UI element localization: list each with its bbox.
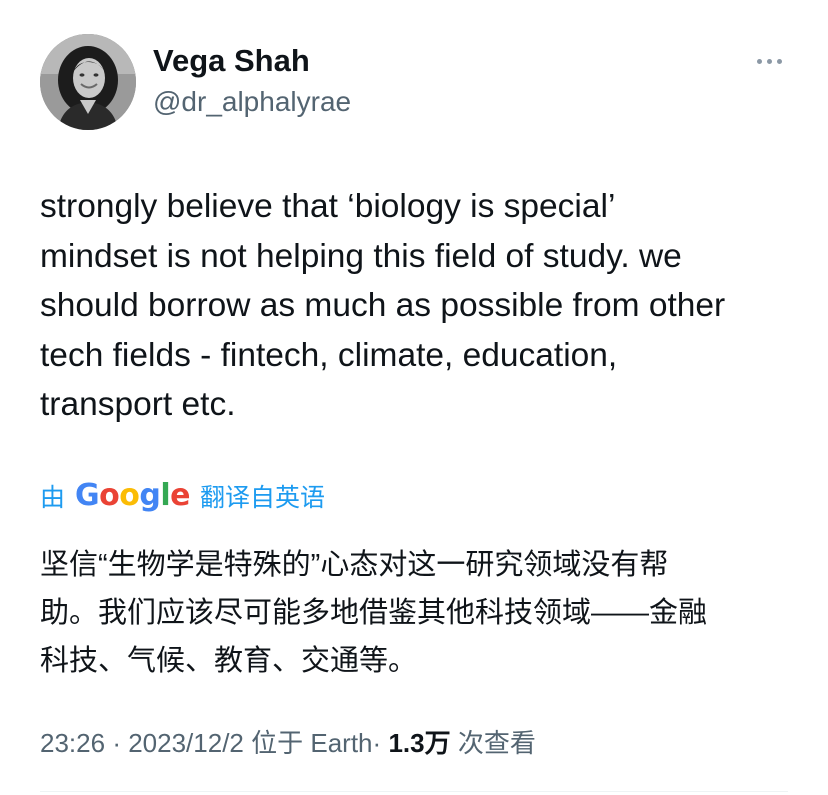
translated-by-google-link[interactable]: 由 Google 翻译自英语 bbox=[40, 474, 325, 518]
google-logo-letter: e bbox=[170, 478, 191, 513]
ellipsis-icon bbox=[756, 58, 762, 64]
translated-text: 坚信“生物学是特殊的”心态对这一研究领域没有帮 助。我们应该尽可能多地借鉴其他科… bbox=[40, 541, 810, 685]
tweet-text: strongly believe that ‘biology is specia… bbox=[40, 182, 800, 430]
tweet-text-line: tech fields - fintech, climate, educatio… bbox=[40, 336, 618, 374]
translated-text-line: 科技、气候、教育、交通等。 bbox=[40, 645, 418, 677]
google-logo-letter: o bbox=[99, 478, 120, 513]
ellipsis-icon bbox=[766, 58, 772, 64]
google-logo-letters: Google bbox=[75, 478, 191, 513]
tweet-location: Earth bbox=[310, 728, 373, 758]
display-name[interactable]: Vega Shah bbox=[153, 42, 310, 80]
divider bbox=[40, 791, 788, 792]
avatar[interactable] bbox=[40, 34, 136, 130]
meta-separator: · bbox=[112, 728, 121, 758]
tweet-text-line: should borrow as much as possible from o… bbox=[40, 287, 726, 324]
google-logo-letter: l bbox=[160, 478, 171, 513]
tweet-meta: 23:26 · 2023/12/2 位于 Earth· 1.3万 次查看 bbox=[40, 722, 536, 764]
meta-separator: · bbox=[372, 728, 382, 758]
google-logo-letter: G bbox=[75, 478, 100, 513]
google-logo-letter: o bbox=[119, 478, 140, 513]
google-logo: Google bbox=[75, 474, 191, 518]
tweet-time[interactable]: 23:26 bbox=[40, 728, 105, 758]
translated-text-line: 助。我们应该尽可能多地借鉴其他科技领域——金融 bbox=[40, 597, 708, 629]
location-prefix: 位于 bbox=[251, 728, 304, 758]
tweet-text-line: mindset is not helping this field of stu… bbox=[40, 237, 682, 275]
ellipsis-icon bbox=[776, 58, 782, 64]
views-count: 1.3万 bbox=[388, 728, 451, 758]
more-options-button[interactable] bbox=[744, 46, 794, 76]
tweet-date[interactable]: 2023/12/2 bbox=[128, 728, 244, 758]
translated-text-line: 坚信“生物学是特殊的”心态对这一研究领域没有帮 bbox=[40, 549, 669, 581]
translated-from-label: 翻译自英语 bbox=[200, 484, 326, 512]
tweet-text-line: transport etc. bbox=[40, 386, 236, 423]
translated-by-label: 由 bbox=[40, 484, 66, 512]
views-label: 次查看 bbox=[457, 728, 536, 758]
tweet-text-line: strongly believe that ‘biology is specia… bbox=[40, 188, 616, 225]
user-handle[interactable]: @dr_alphalyrae bbox=[153, 84, 351, 120]
profile-photo-icon bbox=[40, 34, 136, 130]
google-logo-letter: g bbox=[139, 478, 161, 513]
